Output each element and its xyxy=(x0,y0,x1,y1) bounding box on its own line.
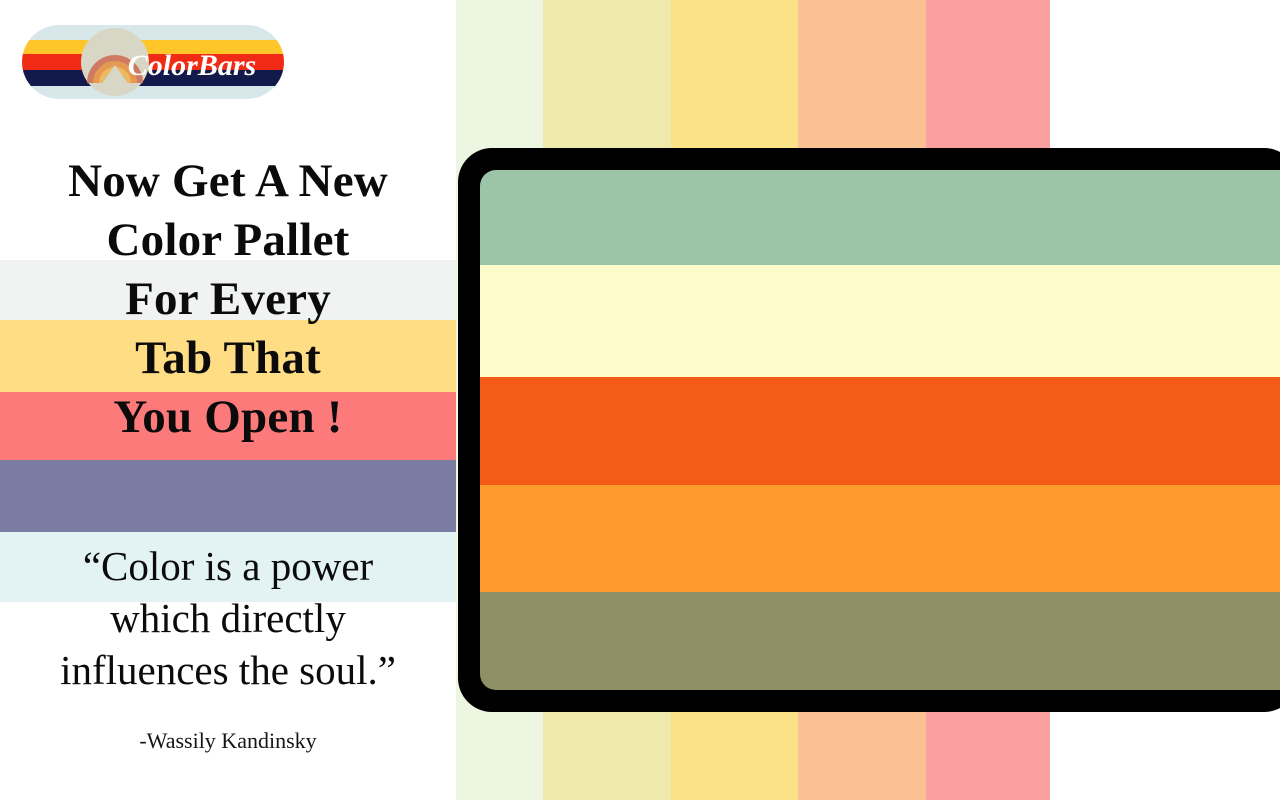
band-pale-cyan xyxy=(0,532,456,602)
band-coral-red xyxy=(0,392,456,460)
band-light-gray xyxy=(0,260,456,320)
logo-bar-bottom-pale xyxy=(22,86,284,99)
logo-wordmark: ColorBars xyxy=(128,49,256,82)
band-white-bottom xyxy=(0,602,456,800)
colorbars-logo-artwork: ColorBars xyxy=(22,25,284,99)
colorbars-logo[interactable]: ColorBars xyxy=(22,25,284,99)
logo-bar-top-pale xyxy=(22,25,284,40)
promo-canvas: ColorBars Now Get A New Color Pallet For E… xyxy=(0,0,1280,800)
band-slate-purple xyxy=(0,460,456,532)
palette-swatch-stack xyxy=(480,170,1280,690)
swatch-orange[interactable] xyxy=(480,485,1280,592)
band-butter-yellow xyxy=(0,320,456,392)
swatch-sage-green[interactable] xyxy=(480,170,1280,265)
swatch-olive[interactable] xyxy=(480,592,1280,690)
palette-preview-card[interactable] xyxy=(458,148,1280,712)
swatch-orange-red[interactable] xyxy=(480,377,1280,485)
background-horizontal-bands xyxy=(0,0,456,800)
swatch-cream[interactable] xyxy=(480,265,1280,377)
